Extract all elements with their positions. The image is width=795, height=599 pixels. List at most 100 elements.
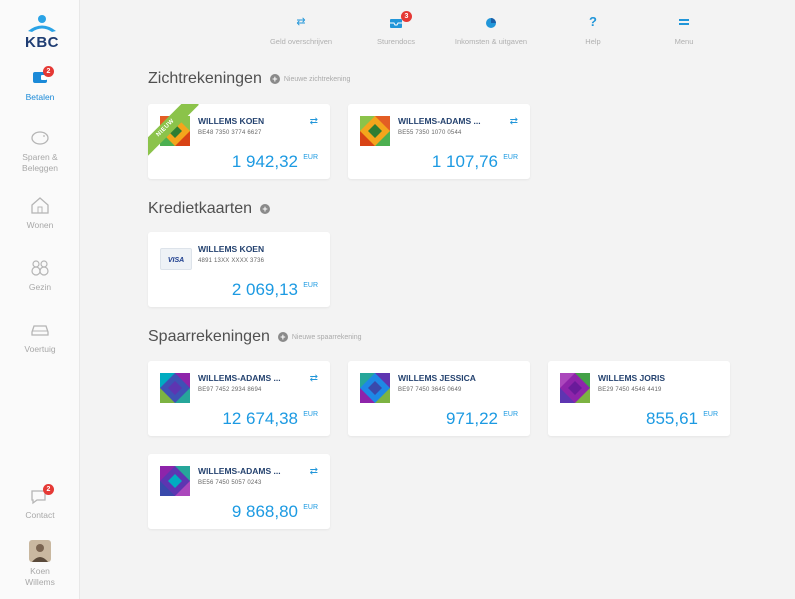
kbc-logo-icon <box>22 14 62 34</box>
account-card[interactable]: WILLEMS JORIS BE29 7450 4546 4419 855,61… <box>548 361 730 436</box>
account-currency: EUR <box>303 411 318 418</box>
sidebar-item-sparen[interactable]: Sparen & Beleggen <box>0 126 80 174</box>
add-spaarrekening-link[interactable]: + Nieuwe spaarrekening <box>277 332 362 342</box>
sidebar: KBC 2 Betalen Sparen & Beleggen Wonen Ge… <box>0 0 80 599</box>
account-pattern-icon <box>360 373 390 403</box>
account-balance: 1 107,76 <box>431 152 498 171</box>
transfer-icon[interactable]: ⇄ <box>310 116 318 127</box>
toolbar-label: Menu <box>674 37 694 46</box>
transfer-icon[interactable]: ⇄ <box>510 116 518 127</box>
sidebar-item-label: Contact <box>25 510 55 520</box>
contact-badge: 2 <box>43 484 54 495</box>
transfer-icon[interactable]: ⇄ <box>310 373 318 384</box>
transfer-icon: ⇄ <box>296 16 306 28</box>
toolbar-transfer[interactable]: ⇄ Geld overschrijven <box>256 14 346 46</box>
toolbar-help[interactable]: ? Help <box>548 14 638 46</box>
account-currency: EUR <box>703 411 718 418</box>
account-name: WILLEMS KOEN <box>198 244 265 254</box>
menu-icon <box>639 14 729 30</box>
family-icon <box>27 256 53 278</box>
sidebar-item-label: Sparen & Beleggen <box>22 152 58 173</box>
account-iban: BE97 7452 2934 8694 <box>198 387 262 393</box>
account-card[interactable]: WILLEMS JESSICA BE97 7450 3645 0649 971,… <box>348 361 530 436</box>
top-toolbar: ⇄ Geld overschrijven 3 Sturendocs Inkoms… <box>256 11 729 58</box>
pie-chart-icon <box>446 14 536 30</box>
account-name: WILLEMS-ADAMS ... <box>198 466 281 476</box>
add-icon: + <box>269 74 280 84</box>
account-name: WILLEMS JORIS <box>598 373 666 383</box>
sidebar-item-contact[interactable]: 2 Contact <box>0 484 80 521</box>
account-currency: EUR <box>303 154 318 161</box>
account-iban: BE97 7450 3645 0649 <box>398 387 462 393</box>
credit-card[interactable]: VISA WILLEMS KOEN 4891 13XX XXXX 3736 2 … <box>148 232 330 307</box>
account-balance: 855,61 <box>646 409 698 428</box>
sturendocs-badge: 3 <box>401 11 412 22</box>
account-pattern-icon <box>360 116 390 146</box>
brand-name: KBC <box>25 34 59 51</box>
add-zichtrekening-link[interactable]: + Nieuwe zichtrekening <box>269 74 350 84</box>
sidebar-item-gezin[interactable]: Gezin <box>0 256 80 293</box>
account-balance: 971,22 <box>446 409 498 428</box>
avatar <box>29 540 51 562</box>
sidebar-item-label: Koen Willems <box>25 566 55 587</box>
account-name: WILLEMS KOEN <box>198 116 265 126</box>
toolbar-label: Help <box>585 37 601 46</box>
section-title: Zichtrekeningen <box>148 70 262 87</box>
betalen-badge: 2 <box>43 66 54 77</box>
sidebar-item-label: Gezin <box>28 282 52 292</box>
account-iban: BE48 7350 3774 6627 <box>198 130 262 136</box>
transfer-icon[interactable]: ⇄ <box>310 466 318 477</box>
account-currency: EUR <box>303 504 318 511</box>
card-balance: 2 069,13 <box>231 280 298 299</box>
section-zichtrekeningen: Zichtrekeningen + Nieuwe zichtrekening <box>148 70 350 88</box>
wallet-icon: 2 <box>27 66 54 88</box>
account-card[interactable]: NIEUW WILLEMS KOEN BE48 7350 3774 6627 ⇄… <box>148 104 330 179</box>
sidebar-item-label: Voertuig <box>24 344 56 354</box>
account-pattern-icon <box>560 373 590 403</box>
toolbar-menu[interactable]: Menu <box>639 14 729 46</box>
section-spaarrekeningen: Spaarrekeningen + Nieuwe spaarrekening <box>148 328 362 346</box>
kbc-logo[interactable]: KBC <box>22 14 62 52</box>
account-iban: BE29 7450 4546 4419 <box>598 387 662 393</box>
house-icon <box>27 194 53 216</box>
account-currency: EUR <box>503 154 518 161</box>
account-iban: BE55 7350 1070 0544 <box>398 130 462 136</box>
chat-icon: 2 <box>27 484 54 506</box>
visa-card-icon: VISA <box>160 248 192 270</box>
section-title: Spaarrekeningen <box>148 328 270 345</box>
card-number: 4891 13XX XXXX 3736 <box>198 258 265 264</box>
inbox-icon: 3 <box>351 11 441 30</box>
section-title: Kredietkaarten <box>148 200 253 217</box>
toolbar-label: Geld overschrijven <box>269 37 333 46</box>
account-pattern-icon <box>160 373 190 403</box>
sidebar-item-label: Wonen <box>26 220 54 230</box>
account-balance: 12 674,38 <box>222 409 298 428</box>
toolbar-sturendocs[interactable]: 3 Sturendocs <box>351 11 441 46</box>
account-card[interactable]: WILLEMS-ADAMS ... BE55 7350 1070 0544 ⇄ … <box>348 104 530 179</box>
toolbar-label: Sturendocs <box>377 37 415 46</box>
sidebar-item-label: Betalen <box>25 92 55 102</box>
account-balance: 1 942,32 <box>231 152 298 171</box>
sidebar-item-wonen[interactable]: Wonen <box>0 194 80 231</box>
account-card[interactable]: WILLEMS-ADAMS ... BE56 7450 5057 0243 ⇄ … <box>148 454 330 529</box>
section-kredietkaarten: Kredietkaarten + <box>148 200 271 218</box>
help-icon: ? <box>589 14 597 29</box>
account-iban: BE56 7450 5057 0243 <box>198 480 262 486</box>
toolbar-inkomsten[interactable]: Inkomsten & uitgaven <box>446 14 536 46</box>
car-icon <box>27 318 53 340</box>
account-name: WILLEMS JESSICA <box>398 373 476 383</box>
account-name: WILLEMS-ADAMS ... <box>398 116 481 126</box>
account-balance: 9 868,80 <box>231 502 298 521</box>
sidebar-item-voertuig[interactable]: Voertuig <box>0 318 80 355</box>
add-icon[interactable]: + <box>260 204 271 214</box>
account-currency: EUR <box>303 282 318 289</box>
piggy-bank-icon <box>27 126 53 148</box>
account-name: WILLEMS-ADAMS ... <box>198 373 281 383</box>
account-pattern-icon <box>160 466 190 496</box>
account-card[interactable]: WILLEMS-ADAMS ... BE97 7452 2934 8694 ⇄ … <box>148 361 330 436</box>
toolbar-label: Inkomsten & uitgaven <box>454 37 528 46</box>
account-currency: EUR <box>503 411 518 418</box>
add-icon: + <box>277 332 288 342</box>
sidebar-item-betalen[interactable]: 2 Betalen <box>0 66 80 103</box>
sidebar-item-profile[interactable]: Koen Willems <box>0 540 80 588</box>
